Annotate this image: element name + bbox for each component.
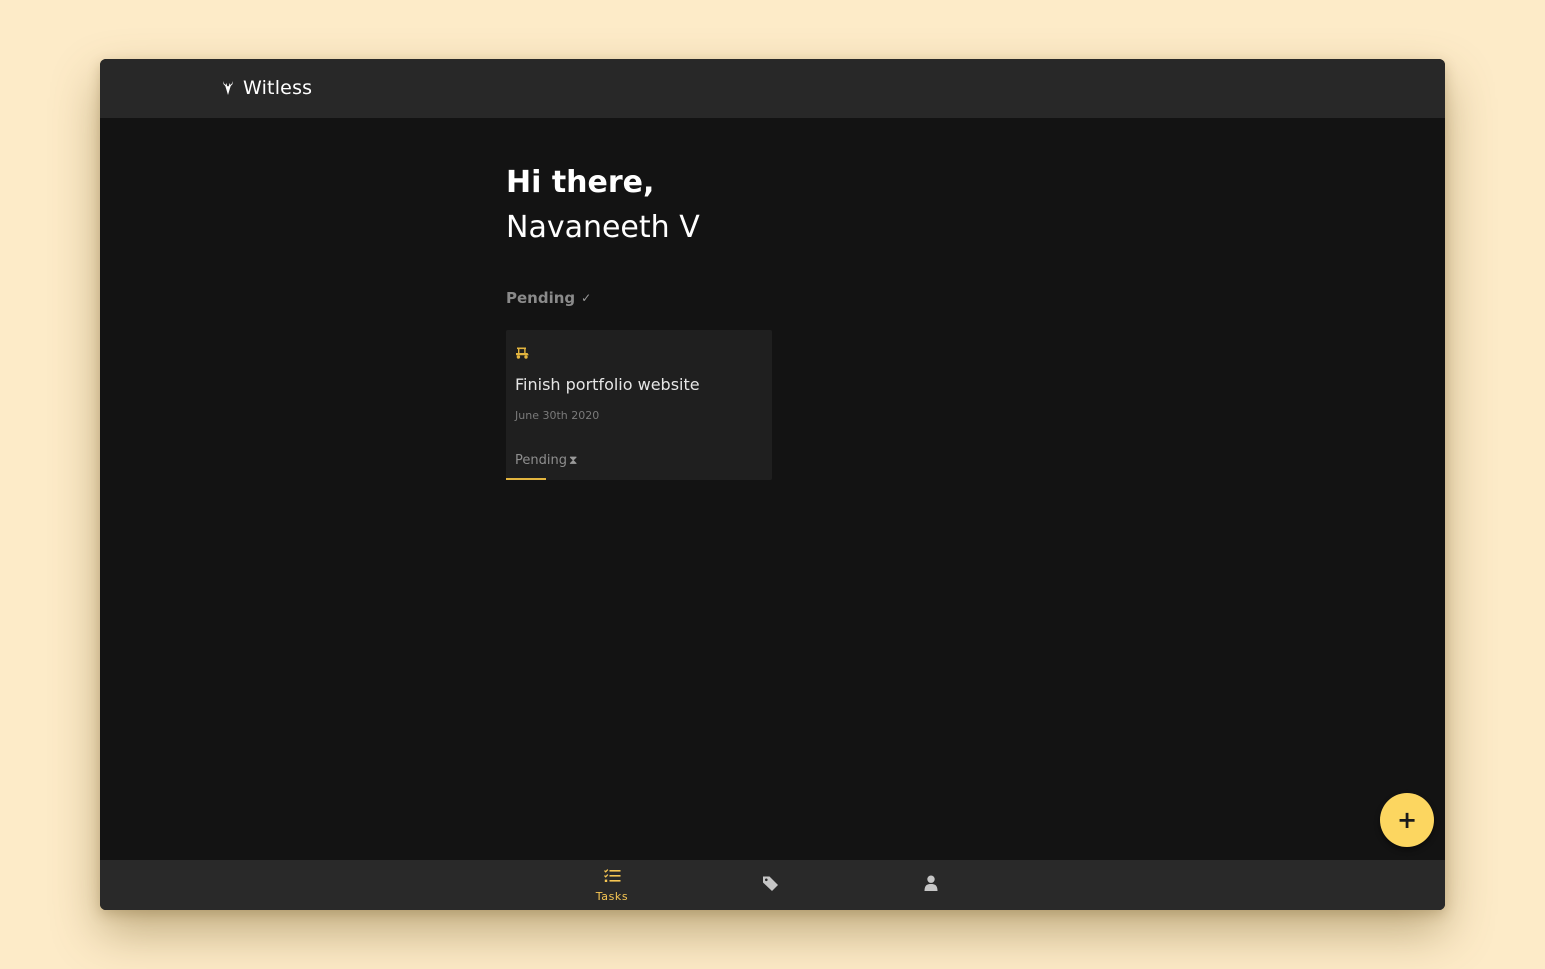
task-progress-fill: [506, 478, 546, 480]
tag-icon: [762, 875, 780, 895]
task-card[interactable]: Finish portfolio website June 30th 2020 …: [506, 330, 772, 480]
nav-tags-tab[interactable]: [741, 860, 801, 910]
golf-cart-icon: [515, 344, 530, 359]
app-window: Witless Hi there, Navaneeth V Pending ✓ …: [100, 59, 1445, 910]
nav-tasks-tab[interactable]: Tasks: [582, 860, 642, 910]
task-progress-bar: [506, 478, 772, 480]
brand[interactable]: Witless: [221, 75, 312, 101]
nav-profile-tab[interactable]: [901, 860, 961, 910]
greeting-user-name: Navaneeth V: [506, 210, 700, 245]
task-status-label: Pending: [515, 453, 567, 468]
greeting: Hi there, Navaneeth V: [506, 164, 700, 248]
add-task-button[interactable]: +: [1380, 793, 1434, 847]
task-title: Finish portfolio website: [515, 375, 700, 394]
bottom-navigation: Tasks: [100, 860, 1445, 910]
pending-section-heading: Pending ✓: [506, 289, 591, 307]
check-icon: ✓: [581, 291, 592, 305]
deer-antler-icon: [221, 80, 235, 96]
tasks-list-icon: [603, 868, 621, 887]
task-status: Pending ⧗: [515, 453, 577, 468]
user-icon: [924, 875, 938, 895]
nav-tasks-label: Tasks: [595, 889, 629, 903]
top-app-bar: Witless: [100, 59, 1445, 118]
app-title: Witless: [243, 77, 313, 99]
section-label: Pending: [506, 289, 576, 307]
greeting-salutation: Hi there,: [506, 165, 655, 200]
task-due-date: June 30th 2020: [515, 409, 600, 422]
hourglass-icon: ⧗: [568, 453, 578, 467]
